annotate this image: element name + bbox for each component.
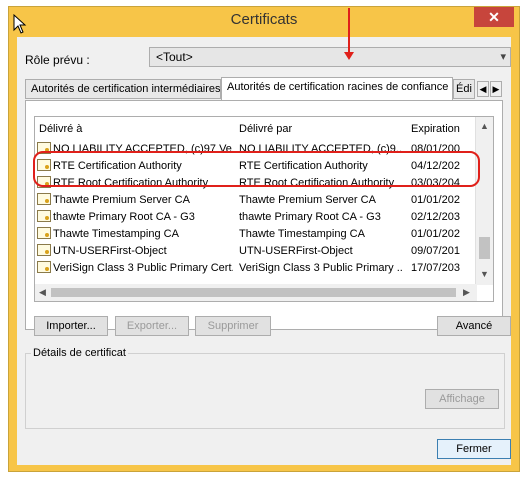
title-bar[interactable]: Certificats ✕ xyxy=(9,7,519,33)
tab-publishers[interactable]: Édi xyxy=(453,79,475,99)
window-title: Certificats xyxy=(230,11,298,28)
tab-trusted-root[interactable]: Autorités de certification racines de co… xyxy=(221,77,453,101)
scroll-left-icon[interactable]: ◀ xyxy=(39,287,46,298)
issued-to-cell: Thawte Timestamping CA xyxy=(53,228,179,240)
issued-by-cell: UTN-USERFirst-Object xyxy=(239,245,353,257)
expiration-cell: 09/07/201 xyxy=(411,245,460,257)
advanced-button[interactable]: Avancé xyxy=(437,316,511,336)
expiration-cell: 17/07/203 xyxy=(411,262,460,274)
certificate-icon xyxy=(37,210,51,222)
certificate-list[interactable]: Délivré à Délivré par Expiration NO LIAB… xyxy=(34,116,494,302)
close-button[interactable]: Fermer xyxy=(437,439,511,459)
issued-to-cell: Thawte Premium Server CA xyxy=(53,194,190,206)
highlight-rte-rows xyxy=(33,151,480,187)
role-select[interactable]: <Tout> ▾ xyxy=(149,47,511,67)
mouse-cursor-icon xyxy=(13,14,27,34)
vertical-scrollbar[interactable]: ▲ ▼ xyxy=(475,117,493,285)
vertical-scroll-thumb[interactable] xyxy=(479,237,490,259)
column-header-issued-by[interactable]: Délivré par xyxy=(235,117,407,139)
scroll-down-icon[interactable]: ▼ xyxy=(480,269,489,279)
annotation-arrow-line xyxy=(348,8,350,54)
certificate-icon xyxy=(37,244,51,256)
tab-scroll-right-button[interactable]: ▶ xyxy=(490,81,502,97)
horizontal-scroll-thumb[interactable] xyxy=(51,288,456,297)
tab-scroll-left-button[interactable]: ◀ xyxy=(477,81,489,97)
table-row[interactable]: VeriSign Class 3 Public Primary Cert... … xyxy=(35,260,477,277)
certificate-icon xyxy=(37,227,51,239)
scroll-up-icon[interactable]: ▲ xyxy=(480,121,489,131)
issued-to-cell: thawte Primary Root CA - G3 xyxy=(53,211,195,223)
role-label: Rôle prévu : xyxy=(25,53,90,67)
annotation-arrow-head xyxy=(344,52,354,60)
role-select-value: <Tout> xyxy=(156,50,193,64)
expiration-cell: 01/01/202 xyxy=(411,228,460,240)
table-row[interactable]: Thawte Timestamping CA Thawte Timestampi… xyxy=(35,226,477,243)
column-header-issued-to[interactable]: Délivré à xyxy=(35,117,235,139)
table-row[interactable]: thawte Primary Root CA - G3 thawte Prima… xyxy=(35,209,477,226)
issued-to-cell: VeriSign Class 3 Public Primary Cert... xyxy=(53,262,233,274)
certificate-details-label: Détails de certificat xyxy=(31,347,128,359)
certificates-window: Certificats ✕ Rôle prévu : <Tout> ▾ Auto… xyxy=(8,6,520,472)
export-button[interactable]: Exporter... xyxy=(115,316,189,336)
tab-intermediate[interactable]: Autorités de certification intermédiaire… xyxy=(25,79,221,99)
remove-button[interactable]: Supprimer xyxy=(195,316,271,336)
tab-trusted-root-label: Autorités de certification racines de co… xyxy=(227,81,449,93)
issued-by-cell: VeriSign Class 3 Public Primary ... xyxy=(239,262,403,274)
scroll-right-icon[interactable]: ▶ xyxy=(463,287,470,298)
tab-publishers-label: Édi xyxy=(456,83,472,95)
table-row[interactable]: UTN-USERFirst-Object UTN-USERFirst-Objec… xyxy=(35,243,477,260)
chevron-down-icon: ▾ xyxy=(500,51,506,63)
issued-by-cell: thawte Primary Root CA - G3 xyxy=(239,211,381,223)
issued-by-cell: Thawte Timestamping CA xyxy=(239,228,365,240)
expiration-cell: 01/01/202 xyxy=(411,194,460,206)
tab-panel: Délivré à Délivré par Expiration NO LIAB… xyxy=(25,100,503,330)
import-button[interactable]: Importer... xyxy=(34,316,108,336)
certificate-icon xyxy=(37,261,51,273)
table-row[interactable]: Thawte Premium Server CA Thawte Premium … xyxy=(35,192,477,209)
close-window-button[interactable]: ✕ xyxy=(474,7,514,27)
issued-by-cell: Thawte Premium Server CA xyxy=(239,194,376,206)
expiration-cell: 02/12/203 xyxy=(411,211,460,223)
issued-to-cell: UTN-USERFirst-Object xyxy=(53,245,167,257)
column-header-expiration[interactable]: Expiration xyxy=(407,117,477,139)
certificate-icon xyxy=(37,193,51,205)
view-button[interactable]: Affichage xyxy=(425,389,499,409)
tab-intermediate-label: Autorités de certification intermédiaire… xyxy=(31,83,221,95)
horizontal-scrollbar[interactable]: ◀ ▶ xyxy=(35,284,477,301)
dialog-body: Rôle prévu : <Tout> ▾ Autorités de certi… xyxy=(17,37,511,465)
